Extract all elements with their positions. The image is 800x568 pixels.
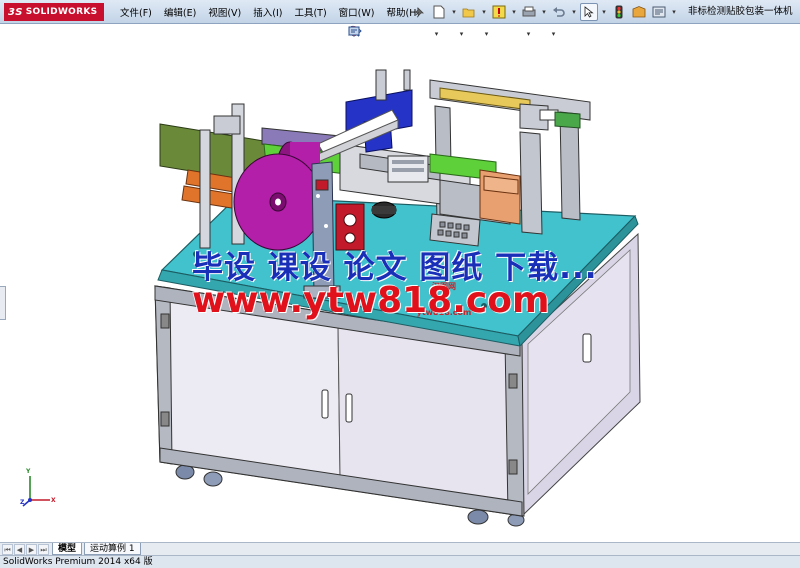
- window-title: 非标检测贴胶包装一体机: [688, 6, 793, 17]
- menu-edit[interactable]: 编辑(E): [158, 5, 202, 19]
- coordinate-triad: Y X Z: [20, 468, 60, 508]
- tab-model[interactable]: 模型: [52, 543, 83, 555]
- chevron-down-icon[interactable]: ▾: [600, 8, 608, 16]
- select-pointer-icon[interactable]: [580, 3, 598, 21]
- chevron-down-icon[interactable]: ▾: [540, 8, 548, 16]
- solidworks-logo[interactable]: 3S SOLIDWORKS: [4, 3, 104, 21]
- standard-toolbar: ▾ ▾ ▾ ▾ ▾ ▾ ▾: [410, 2, 678, 22]
- status-bar: SolidWorks Premium 2014 x64 版: [0, 555, 800, 568]
- ds-logo-mark: 3S: [8, 6, 23, 18]
- title-menu-bar: 3S SOLIDWORKS 文件(F) 编辑(E) 视图(V) 插入(I) 工具…: [0, 0, 800, 24]
- chevron-down-icon[interactable]: ▾: [450, 8, 458, 16]
- traffic-light-icon[interactable]: [610, 3, 628, 21]
- pin-icon[interactable]: [410, 3, 428, 21]
- last-tab-icon[interactable]: ⏭: [38, 543, 49, 555]
- menu-insert[interactable]: 插入(I): [247, 5, 288, 19]
- chevron-down-icon[interactable]: ▾: [570, 8, 578, 16]
- model-tab-bar: ⏮ ◀ ▶ ⏭ 模型 运动算例 1: [0, 542, 800, 555]
- watermark-url: www.ytw818.com: [192, 280, 550, 321]
- undo-icon[interactable]: [550, 3, 568, 21]
- tab-scroll-buttons: ⏮ ◀ ▶ ⏭: [2, 543, 50, 555]
- tab-motion-study-1[interactable]: 运动算例 1: [84, 543, 141, 555]
- prev-tab-icon[interactable]: ◀: [14, 543, 25, 555]
- menu-view[interactable]: 视图(V): [202, 5, 247, 19]
- triad-x-label: X: [51, 497, 56, 504]
- logo-text: SOLIDWORKS: [25, 7, 98, 17]
- open-folder-icon[interactable]: [460, 3, 478, 21]
- options-icon[interactable]: [650, 3, 668, 21]
- menu-bar: 文件(F) 编辑(E) 视图(V) 插入(I) 工具(T) 窗口(W) 帮助(H…: [114, 0, 426, 24]
- file-properties-icon[interactable]: [630, 3, 648, 21]
- menu-window[interactable]: 窗口(W): [333, 5, 381, 19]
- chevron-down-icon[interactable]: ▾: [510, 8, 518, 16]
- next-tab-icon[interactable]: ▶: [26, 543, 37, 555]
- print-icon[interactable]: [520, 3, 538, 21]
- chevron-down-icon[interactable]: ▾: [480, 8, 488, 16]
- menu-file[interactable]: 文件(F): [114, 5, 158, 19]
- menu-tools[interactable]: 工具(T): [288, 5, 332, 19]
- new-document-icon[interactable]: [430, 3, 448, 21]
- graphics-area[interactable]: ▾ ▾ ▾ ▾ ▾ 毕设 课设 论文 图纸 下载... 汉图网 ytw818.c…: [0, 24, 800, 542]
- triad-z-label: Z: [20, 499, 25, 506]
- triad-y-label: Y: [26, 468, 31, 475]
- first-tab-icon[interactable]: ⏮: [2, 543, 13, 555]
- chevron-down-icon[interactable]: ▾: [670, 8, 678, 16]
- rebuild-icon[interactable]: [490, 3, 508, 21]
